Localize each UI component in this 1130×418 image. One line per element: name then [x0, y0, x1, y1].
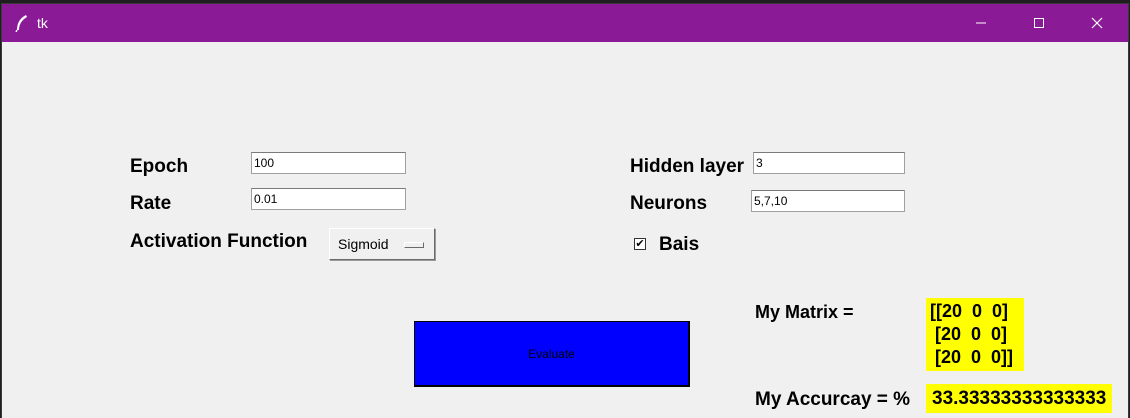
feather-icon: [14, 14, 30, 33]
evaluate-button-label: Evaluate: [528, 346, 575, 361]
dropdown-indicator-icon: [404, 242, 424, 248]
tk-window: tk Epoch Rate Activation Function Sigmoi…: [2, 4, 1128, 418]
checkmark-icon: ✔: [635, 237, 645, 250]
matrix-row: [20 0 0]]: [930, 347, 1014, 367]
close-icon: [1091, 17, 1103, 29]
hidden-layer-label: Hidden layer: [630, 156, 745, 177]
rate-input[interactable]: [251, 188, 406, 210]
confusion-matrix: [[20 0 0] [20 0 0] [20 0 0]]: [926, 298, 1024, 371]
matrix-label: My Matrix =: [755, 302, 854, 322]
rate-label: Rate: [130, 193, 172, 214]
maximize-icon: [1034, 18, 1044, 28]
activation-function-value: Sigmoid: [338, 236, 389, 252]
neurons-input[interactable]: [751, 190, 905, 212]
maximize-button[interactable]: [1010, 4, 1068, 42]
bias-label: Bais: [659, 234, 700, 255]
minimize-icon: [976, 22, 986, 24]
epoch-input[interactable]: [251, 152, 406, 174]
form-area: Epoch Rate Activation Function Sigmoid H…: [2, 42, 1128, 418]
window-title: tk: [37, 15, 48, 31]
title-bar[interactable]: tk: [2, 4, 1128, 42]
bias-checkbox[interactable]: ✔: [634, 238, 646, 250]
matrix-row: [20 0 0]: [930, 324, 1008, 344]
hidden-layer-input[interactable]: [753, 152, 905, 174]
close-button[interactable]: [1068, 4, 1126, 42]
neurons-label: Neurons: [630, 193, 708, 214]
accuracy-value: 33.33333333333333: [926, 384, 1113, 413]
epoch-label: Epoch: [130, 156, 189, 177]
matrix-row: [[20 0 0]: [930, 301, 1009, 321]
evaluate-button[interactable]: Evaluate: [414, 321, 690, 387]
activation-function-label: Activation Function: [130, 231, 308, 252]
accuracy-label: My Accurcay = %: [755, 389, 911, 410]
activation-function-select[interactable]: Sigmoid: [329, 228, 435, 260]
minimize-button[interactable]: [952, 4, 1010, 42]
